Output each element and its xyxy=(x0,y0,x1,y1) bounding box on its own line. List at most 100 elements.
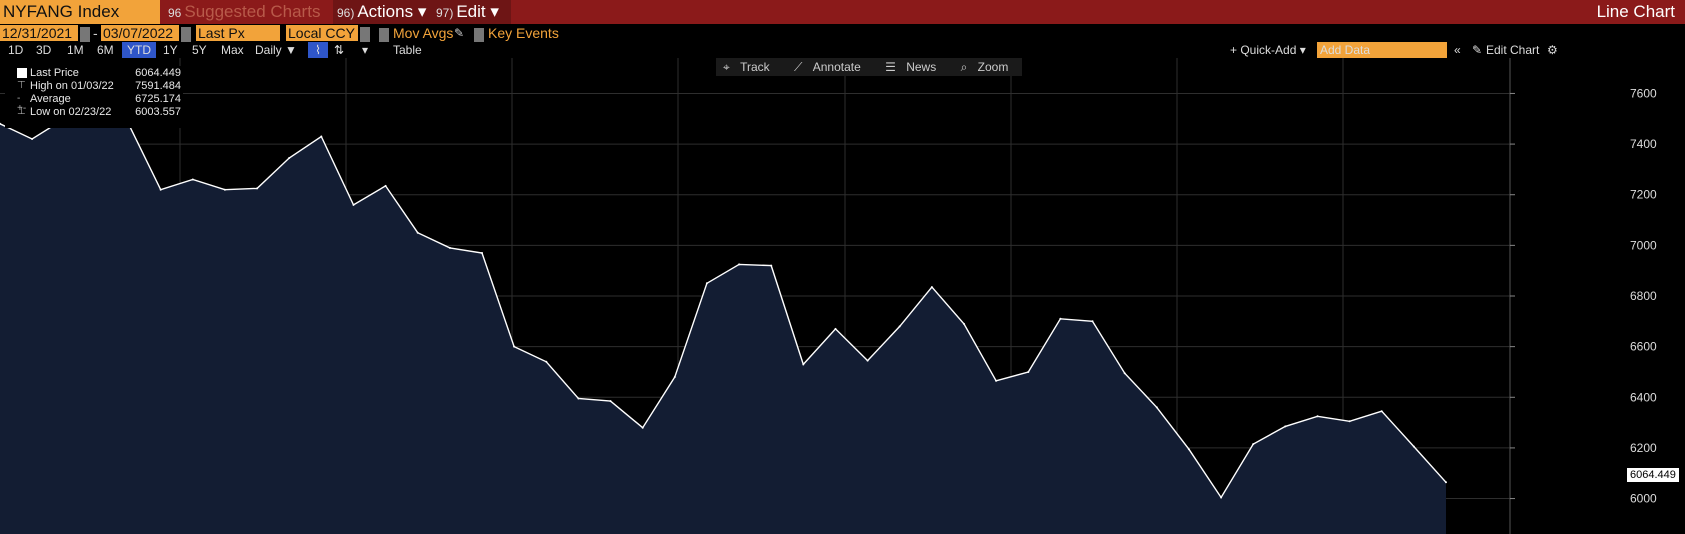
data-point xyxy=(963,322,965,325)
period-max[interactable]: Max xyxy=(221,42,244,58)
calendar-icon[interactable] xyxy=(181,27,191,43)
suggested-label: Suggested Charts xyxy=(184,2,321,21)
data-point xyxy=(1027,371,1030,373)
data-point xyxy=(609,400,612,403)
ticker-field[interactable]: NYFANG Index xyxy=(0,0,160,24)
bar-chart-icon[interactable]: ⇅ xyxy=(334,42,344,58)
quick-add-button[interactable]: + Quick-Add ▾ xyxy=(1230,42,1306,58)
data-point xyxy=(802,363,805,366)
price-chart[interactable]: 6000 6200 6400 6600 6800 7000 7200 7400 7600 xyxy=(0,58,1685,534)
legend-label: High on 01/03/22 xyxy=(30,80,114,92)
price-area xyxy=(0,103,1446,534)
data-point xyxy=(513,345,516,348)
data-point xyxy=(256,187,259,190)
period-6m[interactable]: 6M xyxy=(97,42,114,58)
data-point xyxy=(705,282,708,285)
low-icon: ⊥ xyxy=(17,106,26,117)
period-5y[interactable]: 5Y xyxy=(192,42,207,58)
period-bar: 1D 3D 1M 6M YTD 1Y 5Y Max Daily ▼ ⌇ ⇅ ▾ … xyxy=(0,42,1685,58)
legend-row: -+- Average 6725.174 xyxy=(5,92,183,114)
data-point xyxy=(930,286,933,289)
y-tick-label: 6000 xyxy=(1630,492,1657,506)
edit-num: 97) xyxy=(436,6,454,20)
data-point xyxy=(1187,448,1190,451)
period-ytd[interactable]: YTD xyxy=(122,42,156,58)
dropdown-icon[interactable] xyxy=(360,27,370,43)
data-point xyxy=(1220,496,1223,499)
period-1m[interactable]: 1M xyxy=(67,42,84,58)
pencil-icon[interactable]: ✎ xyxy=(1472,42,1482,58)
line-chart-icon[interactable]: ⌇ xyxy=(308,42,328,58)
legend-value: 6725.174 xyxy=(135,93,181,105)
chart-toolbar: ⌖ Track ⟋ Annotate ☰ News ⌕ Zoom xyxy=(716,58,1023,76)
data-point xyxy=(641,426,644,429)
data-point xyxy=(577,397,580,400)
collapse-icon[interactable]: « xyxy=(1454,42,1461,58)
track-tool[interactable]: ⌖ Track xyxy=(723,60,777,74)
actions-label: Actions ▾ xyxy=(357,2,427,21)
data-point xyxy=(1059,317,1062,320)
data-point xyxy=(223,188,226,191)
y-tick-label: 6200 xyxy=(1630,441,1657,455)
data-point xyxy=(1316,415,1319,418)
calendar-icon[interactable] xyxy=(80,27,90,43)
data-point xyxy=(159,188,162,191)
legend-row: Last Price 6064.449 xyxy=(5,66,183,80)
data-point xyxy=(191,178,194,181)
end-date-field[interactable]: 03/07/2022 xyxy=(101,25,179,41)
settings-icon[interactable]: ⚙ xyxy=(1547,42,1558,58)
data-point xyxy=(416,231,419,234)
settings-bar: 12/31/2021 - 03/07/2022 Last Px Local CC… xyxy=(0,24,1685,44)
edit-chart-button[interactable]: Edit Chart xyxy=(1486,42,1539,58)
add-data-input[interactable]: Add Data xyxy=(1317,42,1447,58)
actions-num: 96) xyxy=(337,6,355,20)
data-point xyxy=(481,252,483,254)
last-price-swatch xyxy=(17,68,27,78)
currency-selector[interactable]: Local CCY xyxy=(286,25,358,41)
pencil-icon[interactable]: ✎ xyxy=(454,25,464,41)
data-point xyxy=(352,203,355,206)
period-3d[interactable]: 3D xyxy=(36,42,51,58)
data-point xyxy=(1155,406,1158,409)
legend-label: Last Price xyxy=(30,67,79,79)
legend-value: 6064.449 xyxy=(135,67,181,79)
data-point xyxy=(834,327,837,330)
zoom-tool[interactable]: ⌕ Zoom xyxy=(961,60,1016,74)
zoom-label: Zoom xyxy=(977,60,1009,74)
data-point xyxy=(898,325,901,328)
start-date-field[interactable]: 12/31/2021 xyxy=(0,25,78,41)
legend-value: 6003.557 xyxy=(135,106,181,118)
mov-avgs-label[interactable]: Mov Avgs xyxy=(393,25,453,41)
table-button[interactable]: Table xyxy=(390,42,425,58)
data-point xyxy=(545,360,548,363)
track-label: Track xyxy=(740,60,770,74)
frequency-selector[interactable]: Daily ▼ xyxy=(255,42,297,58)
chart-legend: Last Price 6064.449 ⊤ High on 01/03/22 7… xyxy=(5,66,183,128)
data-point xyxy=(673,376,676,378)
data-point xyxy=(1123,372,1126,375)
edit-menu[interactable]: 97) Edit ▾ xyxy=(432,0,511,24)
data-point xyxy=(384,184,387,187)
chevron-down-icon[interactable]: ▾ xyxy=(362,42,368,58)
period-1d[interactable]: 1D xyxy=(8,42,23,58)
date-dash: - xyxy=(93,25,98,41)
suggested-charts-button[interactable]: 96 Suggested Charts xyxy=(164,0,333,24)
data-point xyxy=(31,138,34,140)
actions-menu[interactable]: 96) Actions ▾ xyxy=(333,0,432,24)
data-point xyxy=(448,246,451,249)
data-point xyxy=(770,264,773,267)
data-point xyxy=(866,359,869,362)
annotate-tool[interactable]: ⟋ Annotate xyxy=(794,60,868,74)
y-tick-label: 6800 xyxy=(1630,289,1657,303)
y-tick-label: 6600 xyxy=(1630,340,1657,354)
legend-row: ⊥ Low on 02/23/22 6003.557 xyxy=(5,105,183,119)
data-point xyxy=(738,263,741,266)
field-selector[interactable]: Last Px xyxy=(196,25,280,41)
legend-value: 7591.484 xyxy=(135,80,181,92)
suggested-num: 96 xyxy=(168,6,182,20)
period-1y[interactable]: 1Y xyxy=(163,42,178,58)
data-point xyxy=(1412,445,1415,448)
key-events-label[interactable]: Key Events xyxy=(488,25,559,41)
data-point xyxy=(1252,443,1255,446)
news-tool[interactable]: ☰ News xyxy=(885,60,943,74)
